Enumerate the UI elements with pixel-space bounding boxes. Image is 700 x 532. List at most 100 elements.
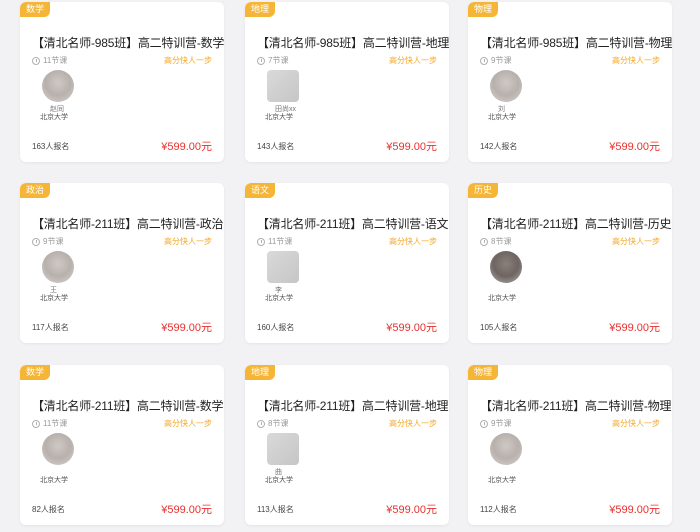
teacher-school: 北京大学 — [265, 477, 293, 484]
teacher-school: 北京大学 — [265, 114, 293, 121]
slogan: 高分快人一步 — [164, 56, 212, 65]
course-card[interactable]: 数学 【清北名师-211班】高二特训营-数学 11节课 高分快人一步 北京大学 … — [20, 365, 224, 525]
subject-tag: 地理 — [245, 365, 276, 380]
slogan: 高分快人一步 — [612, 237, 660, 246]
course-card[interactable]: 历史 【清北名师-211班】高二特训营-历史 8节课 高分快人一步 北京大学 1… — [468, 183, 672, 343]
lesson-count-text: 9节课 — [43, 237, 64, 246]
teacher-avatar — [490, 70, 522, 102]
subject-tag: 政治 — [20, 183, 51, 198]
teacher-avatar — [267, 70, 299, 102]
course-card[interactable]: 语文 【清北名师-211班】高二特训营-语文 11节课 高分快人一步 李 北京大… — [245, 183, 449, 343]
course-title[interactable]: 【清北名师-211班】高二特训营-历史 — [480, 215, 672, 232]
course-title[interactable]: 【清北名师-211班】高二特训营-语文 — [257, 215, 449, 232]
enroll-count: 82人报名 — [32, 505, 65, 514]
teacher-school: 北京大学 — [40, 114, 68, 121]
course-title[interactable]: 【清北名师-211班】高二特训营-地理 — [257, 397, 449, 414]
lesson-count-text: 11节课 — [43, 56, 68, 65]
price: ¥599.00元 — [161, 141, 212, 153]
price: ¥599.00元 — [386, 141, 437, 153]
enroll-count: 105人报名 — [480, 323, 518, 332]
course-grid: 数学 【清北名师-985班】高二特训营-数学 11节课 高分快人一步 赵同 北京… — [0, 0, 700, 532]
course-title[interactable]: 【清北名师-211班】高二特训营-数学 — [32, 397, 224, 414]
teacher-avatar — [42, 251, 74, 283]
clock-icon — [257, 56, 265, 65]
enroll-count: 117人报名 — [32, 323, 69, 332]
teacher-avatar — [267, 433, 299, 465]
course-title[interactable]: 【清北名师-985班】高二特训营-物理 — [480, 34, 672, 51]
enroll-count: 143人报名 — [257, 142, 295, 151]
teacher-school: 北京大学 — [488, 114, 516, 121]
clock-icon — [480, 237, 488, 246]
enroll-count: 112人报名 — [480, 505, 517, 514]
subject-tag: 地理 — [245, 2, 276, 17]
lesson-count: 8节课 — [257, 418, 288, 429]
subject-tag: 历史 — [468, 183, 499, 198]
teacher-avatar — [490, 433, 522, 465]
clock-icon — [32, 419, 40, 428]
teacher-school: 北京大学 — [488, 295, 516, 302]
teacher-info: 王 北京大学 — [38, 251, 98, 311]
price: ¥599.00元 — [386, 504, 437, 516]
teacher-school: 北京大学 — [40, 295, 68, 302]
course-card[interactable]: 地理 【清北名师-211班】高二特训营-地理 8节课 高分快人一步 曲 北京大学… — [245, 365, 449, 525]
slogan: 高分快人一步 — [389, 237, 437, 246]
clock-icon — [257, 419, 265, 428]
course-card[interactable]: 物理 【清北名师-211班】高二特训营-物理 9节课 高分快人一步 北京大学 1… — [468, 365, 672, 525]
course-title[interactable]: 【清北名师-985班】高二特训营-地理 — [257, 34, 449, 51]
lesson-count-text: 11节课 — [268, 237, 293, 246]
slogan: 高分快人一步 — [164, 419, 212, 428]
teacher-info: 刘 北京大学 — [486, 70, 546, 130]
teacher-avatar — [42, 433, 74, 465]
course-card[interactable]: 数学 【清北名师-985班】高二特训营-数学 11节课 高分快人一步 赵同 北京… — [20, 2, 224, 162]
price: ¥599.00元 — [609, 504, 660, 516]
slogan: 高分快人一步 — [389, 419, 437, 428]
price: ¥599.00元 — [609, 141, 660, 153]
clock-icon — [257, 237, 265, 246]
teacher-info: 田尚xx 北京大学 — [263, 70, 323, 130]
lesson-count: 9节课 — [32, 236, 63, 247]
subject-tag: 物理 — [468, 2, 499, 17]
teacher-school: 北京大学 — [40, 477, 68, 484]
price: ¥599.00元 — [609, 322, 660, 334]
teacher-info: 赵同 北京大学 — [38, 70, 98, 130]
price: ¥599.00元 — [161, 322, 212, 334]
price: ¥599.00元 — [161, 504, 212, 516]
lesson-count-text: 9节课 — [491, 419, 512, 428]
clock-icon — [480, 419, 488, 428]
lesson-count: 9节课 — [480, 418, 511, 429]
course-card[interactable]: 政治 【清北名师-211班】高二特训营-政治 9节课 高分快人一步 王 北京大学… — [20, 183, 224, 343]
lesson-count-text: 7节课 — [268, 56, 289, 65]
enroll-count: 113人报名 — [257, 505, 294, 514]
slogan: 高分快人一步 — [164, 237, 212, 246]
teacher-info: 北京大学 — [486, 251, 546, 311]
slogan: 高分快人一步 — [612, 419, 660, 428]
lesson-count: 11节课 — [32, 55, 67, 66]
course-title[interactable]: 【清北名师-211班】高二特训营-政治 — [32, 215, 224, 232]
clock-icon — [32, 56, 40, 65]
course-card[interactable]: 地理 【清北名师-985班】高二特训营-地理 7节课 高分快人一步 田尚xx 北… — [245, 2, 449, 162]
subject-tag: 数学 — [20, 365, 51, 380]
slogan: 高分快人一步 — [389, 56, 437, 65]
teacher-avatar — [267, 251, 299, 283]
clock-icon — [32, 237, 40, 246]
lesson-count-text: 8节课 — [268, 419, 289, 428]
course-card[interactable]: 物理 【清北名师-985班】高二特训营-物理 9节课 高分快人一步 刘 北京大学… — [468, 2, 672, 162]
teacher-avatar — [42, 70, 74, 102]
price: ¥599.00元 — [386, 322, 437, 334]
teacher-avatar — [490, 251, 522, 283]
course-title[interactable]: 【清北名师-985班】高二特训营-数学 — [32, 34, 224, 51]
subject-tag: 数学 — [20, 2, 51, 17]
lesson-count-text: 11节课 — [43, 419, 68, 428]
teacher-info: 李 北京大学 — [263, 251, 323, 311]
teacher-school: 北京大学 — [488, 477, 516, 484]
lesson-count: 7节课 — [257, 55, 288, 66]
lesson-count: 9节课 — [480, 55, 511, 66]
lesson-count: 11节课 — [257, 236, 292, 247]
teacher-info: 北京大学 — [486, 433, 546, 493]
enroll-count: 160人报名 — [257, 323, 295, 332]
course-title[interactable]: 【清北名师-211班】高二特训营-物理 — [480, 397, 672, 414]
lesson-count: 11节课 — [32, 418, 67, 429]
lesson-count-text: 9节课 — [491, 56, 512, 65]
teacher-info: 曲 北京大学 — [263, 433, 323, 493]
subject-tag: 物理 — [468, 365, 499, 380]
